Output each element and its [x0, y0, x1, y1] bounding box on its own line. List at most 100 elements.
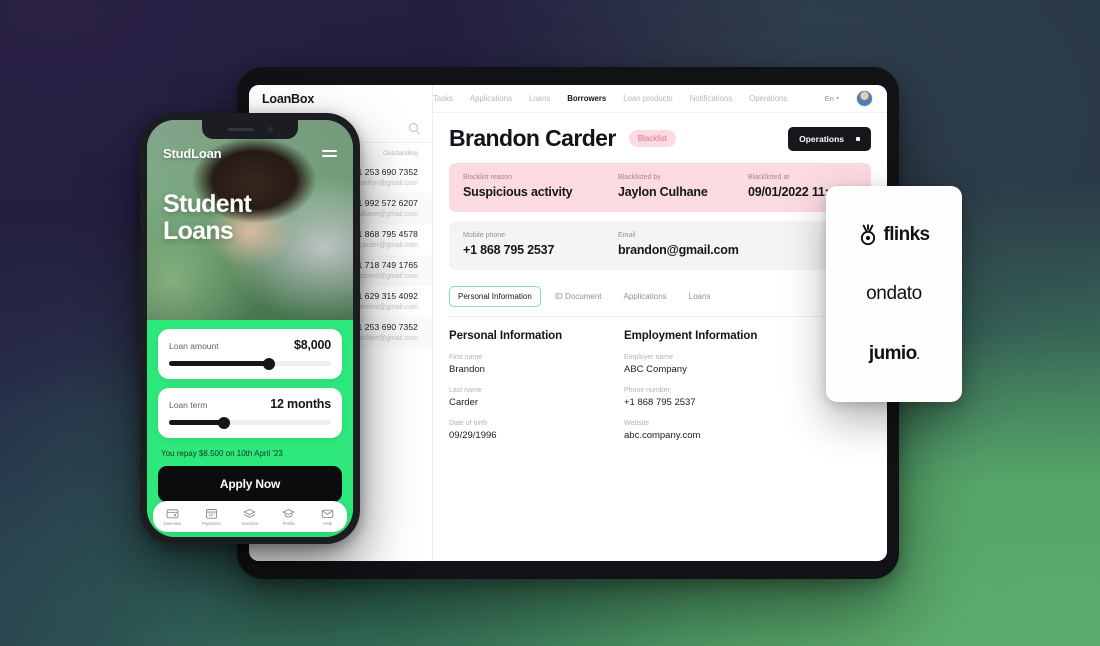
vendor-logo-ondato: ondato	[866, 283, 922, 305]
field-label: Employer name	[624, 354, 674, 361]
loan-amount-slider[interactable]	[169, 357, 331, 370]
graduation-cap-icon	[282, 509, 296, 518]
contact-info-panel: Mobile phone +1 868 795 2537 Email brandon@…	[449, 221, 871, 270]
field-mobile-phone: Mobile phone +1 868 795 2537	[463, 232, 618, 257]
tab-id-document[interactable]: ID Document	[547, 287, 610, 306]
field-employer-name: Employer name ABC Company	[624, 354, 757, 375]
field-label: Blacklisted at	[748, 174, 790, 181]
hamburger-menu-icon[interactable]	[322, 149, 337, 158]
field-value: ABC Company	[624, 364, 687, 375]
phone-tab-overview[interactable]: Overview	[155, 507, 189, 526]
loan-term-value: 12 months	[270, 397, 331, 411]
field-value: Carder	[449, 397, 479, 408]
field-label: Blacklisted by	[618, 174, 661, 181]
phone-screen: StudLoan Student Loans Loan amount $8,00…	[147, 120, 353, 537]
field-value: abc.company.com	[624, 430, 701, 441]
borrower-page: Brandon Carder Blacklist Operations Blac…	[433, 113, 887, 453]
phone-body: Loan amount $8,000 Loan term 12 months Y…	[147, 320, 353, 537]
layers-icon	[243, 508, 257, 518]
detail-columns: Personal Information First name Brandon La…	[449, 330, 871, 453]
nav-item-borrowers[interactable]: Borrowers	[567, 94, 606, 103]
hero-title-line-1: Student	[163, 190, 252, 218]
calendar-icon	[205, 508, 217, 519]
field-label: Website	[624, 420, 650, 427]
nav-item-operations[interactable]: Operations	[749, 94, 787, 103]
nav-item-loans[interactable]: Loans	[529, 94, 550, 103]
nav-item-applications[interactable]: Applications	[470, 94, 512, 103]
vendor-name: flinks	[883, 223, 930, 245]
avatar[interactable]	[856, 90, 873, 107]
operations-button-label: Operations	[799, 133, 844, 144]
phone-notch	[202, 120, 298, 139]
personal-fields: First name Brandon Last name Carder Date of …	[449, 354, 624, 441]
top-navigation: Tasks Applications Loans Borrowers Loan prod…	[433, 85, 887, 113]
phone-tab-label: Services	[241, 521, 259, 526]
field-label: Date of birth	[449, 420, 488, 427]
vendor-name: jumio.	[868, 342, 920, 364]
slider-handle[interactable]	[263, 357, 276, 370]
operations-button[interactable]: Operations	[788, 126, 871, 151]
phone-device-frame: StudLoan Student Loans Loan amount $8,00…	[140, 113, 360, 544]
tab-loans[interactable]: Loans	[681, 287, 719, 306]
detail-tabs: Personal Information ID Document Applicati…	[449, 286, 871, 317]
phone-tab-payments[interactable]: Payments	[194, 507, 228, 526]
nav-item-tasks[interactable]: Tasks	[433, 94, 453, 103]
section-heading: Personal Information	[449, 330, 563, 342]
hero-title: Student Loans	[147, 191, 353, 244]
language-label: En	[824, 94, 834, 103]
field-label: Last name	[449, 387, 482, 394]
loan-amount-card: Loan amount $8,000	[158, 329, 342, 379]
loan-term-label: Loan term	[169, 400, 208, 410]
tablet-brand-label: LoanBox	[262, 92, 315, 106]
field-label: Mobile phone	[463, 232, 506, 239]
front-camera	[267, 127, 273, 132]
blacklist-info-panel: Blacklist reason Suspicious activity Black…	[449, 163, 871, 212]
top-nav-items: Tasks Applications Loans Borrowers Loan prod…	[433, 94, 787, 103]
field-date-of-birth: Date of birth 09/29/1996	[449, 420, 624, 441]
vendor-logo-flinks: flinks	[858, 223, 930, 246]
field-blacklist-reason: Blacklist reason Suspicious activity	[463, 174, 618, 199]
field-value: +1 868 795 2537	[463, 243, 555, 257]
phone-tab-profile[interactable]: Profile	[272, 507, 306, 526]
vendor-name: ondato	[866, 283, 922, 304]
personal-information-section: Personal Information First name Brandon La…	[449, 330, 624, 453]
tab-applications[interactable]: Applications	[616, 287, 675, 306]
field-value: 09/29/1996	[449, 430, 497, 441]
field-blacklisted-by: Blacklisted by Jaylon Culhane	[618, 174, 748, 199]
speaker-grille	[227, 128, 254, 131]
tablet-logo[interactable]: LoanBox	[249, 85, 432, 113]
loan-amount-row: Loan amount $8,000	[169, 338, 331, 352]
field-last-name: Last name Carder	[449, 387, 624, 408]
loan-term-row: Loan term 12 months	[169, 397, 331, 411]
field-email: Email brandon@gmail.com	[618, 232, 748, 257]
envelope-icon	[321, 509, 334, 519]
field-label: Phone number	[624, 387, 670, 394]
field-phone-number: Phone number +1 868 795 2537	[624, 387, 757, 408]
status-badge: Blacklist	[628, 130, 677, 147]
nav-item-notifications[interactable]: Notifications	[690, 94, 732, 103]
field-label: Email	[618, 232, 636, 239]
field-value: brandon@gmail.com	[618, 243, 739, 257]
nav-item-loan-products[interactable]: Loan products	[623, 94, 672, 103]
tab-personal-information[interactable]: Personal Information	[449, 286, 541, 307]
loan-term-slider[interactable]	[169, 416, 331, 429]
field-website: Website abc.company.com	[624, 420, 757, 441]
field-value: Brandon	[449, 364, 485, 375]
loan-amount-label: Loan amount	[169, 341, 219, 351]
language-selector[interactable]: En ▾	[825, 94, 839, 103]
search-icon	[409, 123, 418, 132]
field-value: Jaylon Culhane	[618, 185, 708, 199]
chevron-down-icon: ▾	[835, 96, 839, 102]
phone-brand-label: StudLoan	[163, 146, 222, 161]
slider-handle[interactable]	[218, 416, 231, 429]
field-first-name: First name Brandon	[449, 354, 624, 375]
phone-tab-bar: Overview Payments Services Profile Help	[153, 501, 347, 532]
apply-now-button[interactable]: Apply Now	[158, 466, 342, 502]
phone-tab-services[interactable]: Services	[233, 507, 267, 526]
hero-title-line-2: Loans	[163, 216, 234, 245]
vendor-trailing-mark: .	[916, 349, 920, 362]
employment-information-section: Employment Information Employer name ABC …	[624, 330, 757, 453]
employment-fields: Employer name ABC Company Phone number +1 8…	[624, 354, 757, 441]
phone-tab-help[interactable]: Help	[311, 507, 345, 526]
phone-tab-label: Payments	[201, 521, 221, 526]
